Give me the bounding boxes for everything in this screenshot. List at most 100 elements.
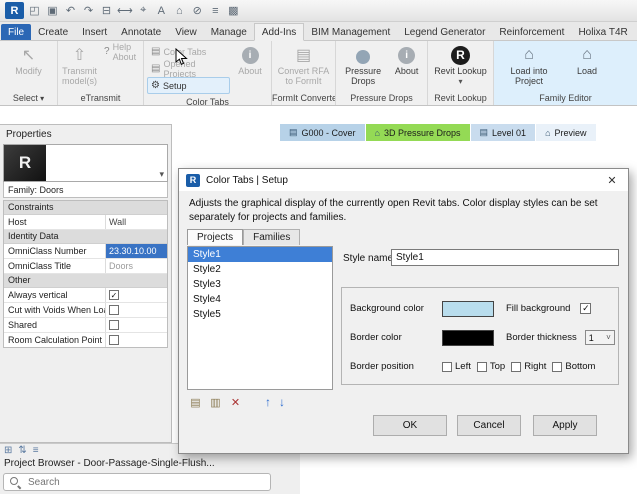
- opened-projects-button[interactable]: ▤ Opened Projects: [147, 59, 230, 79]
- omniclass-number-value[interactable]: 23.30.10.00: [105, 244, 167, 258]
- tab-annotate[interactable]: Annotate: [114, 24, 168, 40]
- 3d-view-icon[interactable]: ⌂: [172, 3, 187, 19]
- save-icon[interactable]: ▣: [45, 3, 60, 19]
- type-selector[interactable]: R ▾: [3, 144, 168, 182]
- style-name-input[interactable]: [391, 249, 619, 266]
- add-style-icon[interactable]: ▤: [189, 396, 202, 409]
- close-icon[interactable]: ✕: [596, 169, 628, 191]
- shared-checkbox[interactable]: [109, 320, 119, 330]
- tab-create[interactable]: Create: [31, 24, 75, 40]
- always-vertical-checkbox[interactable]: [109, 290, 119, 300]
- list-view-icon[interactable]: ≡: [33, 445, 39, 456]
- move-style-up-icon[interactable]: ↑: [265, 395, 271, 409]
- ok-button[interactable]: OK: [373, 415, 447, 436]
- style-list-item[interactable]: Style4: [188, 292, 332, 307]
- open-icon[interactable]: ◰: [27, 3, 42, 19]
- revit-window: R ◰ ▣ ↶ ↷ ⊟ ⟷ ⌖ A ⌂ ⊘ ≡ ▩ File Create In…: [0, 0, 637, 494]
- background-color-swatch[interactable]: [442, 300, 494, 317]
- border-bottom-checkbox[interactable]: [552, 361, 563, 372]
- move-style-down-icon[interactable]: ↓: [279, 395, 285, 409]
- color-tabs-about-icon: i: [241, 44, 259, 66]
- color-tabs-about-button[interactable]: i About: [232, 43, 268, 78]
- panel-label-color-tabs[interactable]: Color Tabs: [144, 96, 271, 105]
- tab-reinforcement[interactable]: Reinforcement: [492, 24, 571, 40]
- section-identity-data[interactable]: Identity Data: [4, 230, 167, 244]
- tab-families[interactable]: Families: [243, 229, 301, 245]
- family-selector[interactable]: Family: Doors: [3, 182, 168, 198]
- tab-bim-management[interactable]: BIM Management: [304, 24, 397, 40]
- room-calc-checkbox[interactable]: [109, 335, 119, 345]
- switch-windows-icon[interactable]: ▩: [226, 3, 241, 19]
- dimension-icon[interactable]: ⌖: [136, 3, 151, 19]
- section-other[interactable]: Other: [4, 274, 167, 288]
- panel-label-family-editor[interactable]: Family Editor: [494, 92, 637, 105]
- document-tab-bar: ▤ G000 - Cover ⌂ 3D Pressure Drops ▤ Lev…: [280, 124, 597, 141]
- tab-manage[interactable]: Manage: [204, 24, 254, 40]
- tab-insert[interactable]: Insert: [75, 24, 114, 40]
- omniclass-title-value[interactable]: Doors: [105, 259, 167, 273]
- fill-background-checkbox[interactable]: [580, 303, 592, 314]
- border-top-checkbox[interactable]: [476, 361, 487, 372]
- panel-label-etransmit[interactable]: eTransmit: [58, 92, 143, 105]
- apply-button[interactable]: Apply: [533, 415, 597, 436]
- style-list-item[interactable]: Style5: [188, 307, 332, 322]
- measure-icon[interactable]: ⟷: [117, 3, 133, 19]
- tab-add-ins[interactable]: Add-Ins: [253, 23, 305, 41]
- style-list-item[interactable]: Style3: [188, 277, 332, 292]
- border-thickness-select[interactable]: 1: [584, 330, 615, 345]
- cut-voids-checkbox[interactable]: [109, 305, 119, 315]
- thin-lines-icon[interactable]: ≡: [208, 3, 223, 19]
- doc-tab-3d-pressure-drops[interactable]: ⌂ 3D Pressure Drops: [365, 124, 471, 141]
- style-list-item[interactable]: Style1: [188, 247, 332, 262]
- delete-style-icon[interactable]: ✕: [229, 396, 242, 409]
- load-button[interactable]: ⌂ Load: [566, 43, 608, 78]
- pressure-drops-button[interactable]: Pressure Drops: [339, 43, 387, 87]
- expand-tree-icon[interactable]: ⊞: [4, 445, 12, 456]
- tab-legend-generator[interactable]: Legend Generator: [397, 24, 492, 40]
- print-icon[interactable]: ⊟: [99, 3, 114, 19]
- level-icon: ▤: [479, 127, 489, 137]
- border-right-checkbox[interactable]: [511, 361, 522, 372]
- setup-button[interactable]: ⚙ Setup: [147, 77, 230, 94]
- project-browser-title: Project Browser - Door-Passage-Single-Fl…: [4, 458, 215, 469]
- type-selector-caret-icon[interactable]: ▾: [159, 169, 164, 180]
- tab-projects[interactable]: Projects: [187, 229, 244, 245]
- dialog-title-bar[interactable]: R Color Tabs | Setup ✕: [179, 169, 628, 191]
- project-browser-search[interactable]: [3, 473, 271, 491]
- duplicate-style-icon[interactable]: ▥: [209, 396, 222, 409]
- convert-rfa-button[interactable]: ▤ Convert RFA to FormIt: [275, 43, 332, 87]
- panel-label-revit-lookup[interactable]: Revit Lookup: [428, 92, 493, 105]
- sort-icon[interactable]: ⇅: [18, 445, 26, 456]
- panel-label-select[interactable]: Select: [0, 92, 57, 105]
- section-icon[interactable]: ⊘: [190, 3, 205, 19]
- style-list: Style1 Style2 Style3 Style4 Style5: [187, 246, 333, 390]
- text-icon[interactable]: A: [154, 3, 169, 19]
- doc-tab-g000-cover[interactable]: ▤ G000 - Cover: [280, 124, 366, 141]
- border-left-checkbox[interactable]: [442, 361, 452, 372]
- tab-file[interactable]: File: [1, 24, 32, 40]
- load-into-project-button[interactable]: ⌂ Load into Project: [502, 43, 556, 87]
- modify-button[interactable]: ↖ Modify: [14, 43, 43, 78]
- revit-lookup-button[interactable]: R Revit Lookup: [431, 43, 490, 87]
- search-input[interactable]: [26, 475, 265, 489]
- border-color-swatch[interactable]: [442, 329, 494, 346]
- tab-holixa-t4r[interactable]: Holixa T4R: [571, 24, 634, 40]
- redo-icon[interactable]: ↷: [81, 3, 96, 19]
- prop-row-cut-voids: Cut with Voids When Loaded: [4, 303, 167, 318]
- tab-view[interactable]: View: [168, 24, 204, 40]
- style-list-item[interactable]: Style2: [188, 262, 332, 277]
- transmit-model-button[interactable]: ⇧ Transmit model(s): [61, 43, 98, 87]
- doc-tab-level-01[interactable]: ▤ Level 01: [470, 124, 537, 141]
- app-menu-button[interactable]: R: [5, 2, 24, 19]
- cancel-button[interactable]: Cancel: [457, 415, 521, 436]
- section-constraints[interactable]: Constraints: [4, 201, 167, 215]
- host-value[interactable]: Wall: [105, 215, 167, 229]
- undo-icon[interactable]: ↶: [63, 3, 78, 19]
- panel-label-pressure-drops[interactable]: Pressure Drops: [336, 92, 427, 105]
- panel-label-formit-converter[interactable]: FormIt Converter: [272, 92, 335, 105]
- doc-tab-preview[interactable]: ⌂ Preview: [536, 124, 597, 141]
- load-into-project-icon: ⌂: [524, 46, 534, 63]
- pressure-about-button[interactable]: i About: [389, 43, 424, 78]
- etransmit-help-about-button[interactable]: ? Help About: [100, 42, 140, 62]
- color-tabs-toggle-button[interactable]: ▤ Color Tabs: [147, 43, 230, 60]
